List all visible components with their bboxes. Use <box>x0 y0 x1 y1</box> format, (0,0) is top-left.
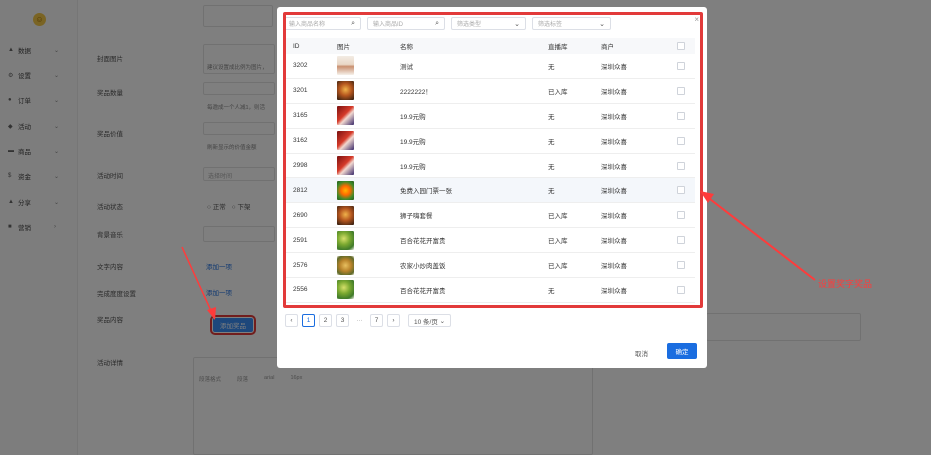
annotation-arrow-right <box>700 191 816 281</box>
annotation-arrow-left <box>181 246 216 320</box>
annotation-text: 设置奖字奖品 <box>818 279 873 289</box>
annotation-arrows <box>181 191 816 320</box>
